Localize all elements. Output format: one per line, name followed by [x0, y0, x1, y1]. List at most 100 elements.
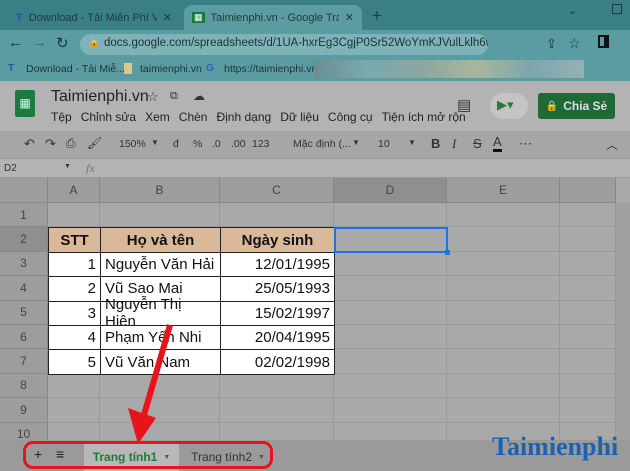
- forward-icon[interactable]: →: [32, 34, 47, 51]
- row-header[interactable]: 6: [0, 325, 48, 350]
- row-header[interactable]: 4: [0, 276, 48, 301]
- column-header[interactable]: D: [334, 178, 447, 203]
- text-color-button[interactable]: A: [493, 134, 502, 152]
- column-header[interactable]: B: [100, 178, 220, 203]
- column-header[interactable]: A: [48, 178, 100, 203]
- row-header[interactable]: 7: [0, 349, 48, 374]
- table-cell[interactable]: Nguyễn Văn Hải: [100, 251, 221, 278]
- close-icon[interactable]: ✕: [163, 11, 172, 24]
- chevron-down-icon[interactable]: ⌄: [568, 4, 577, 17]
- chevron-down-icon[interactable]: ▼: [64, 163, 71, 170]
- meet-button[interactable]: ▶▾: [490, 93, 528, 119]
- cell[interactable]: [334, 276, 447, 301]
- close-icon[interactable]: ✕: [345, 11, 354, 24]
- menu-view[interactable]: Xem: [145, 110, 170, 124]
- decrease-decimal-button[interactable]: .0: [212, 138, 221, 150]
- star-icon[interactable]: ☆: [568, 35, 581, 52]
- table-header-cell[interactable]: Họ và tên: [100, 227, 221, 253]
- maximize-icon[interactable]: [612, 4, 622, 14]
- cell[interactable]: [447, 300, 560, 325]
- cell[interactable]: [100, 203, 220, 228]
- cell[interactable]: [560, 227, 616, 252]
- table-header-cell[interactable]: STT: [48, 227, 101, 253]
- italic-button[interactable]: I: [452, 136, 456, 152]
- cell[interactable]: [560, 325, 616, 350]
- cell[interactable]: [560, 203, 616, 228]
- cell[interactable]: [48, 203, 100, 228]
- cell[interactable]: [447, 349, 560, 374]
- cell[interactable]: [334, 398, 447, 423]
- menu-file[interactable]: Tệp: [51, 110, 72, 124]
- doc-title[interactable]: Taimienphi.vn: [51, 88, 149, 106]
- cell[interactable]: [447, 251, 560, 277]
- cell[interactable]: [560, 349, 616, 374]
- table-cell[interactable]: 1: [48, 251, 101, 278]
- corner-cell[interactable]: [0, 178, 48, 203]
- zoom-select[interactable]: 150%: [119, 138, 146, 150]
- cell[interactable]: [447, 227, 560, 252]
- menu-extensions[interactable]: Tiện ích mở rộn: [382, 110, 466, 124]
- new-tab-button[interactable]: +: [372, 6, 382, 26]
- fill-handle[interactable]: [445, 249, 450, 255]
- back-icon[interactable]: ←: [8, 34, 23, 51]
- cell[interactable]: [334, 251, 447, 277]
- column-header[interactable]: E: [447, 178, 560, 203]
- cell[interactable]: [447, 325, 560, 350]
- browser-tab-sheets[interactable]: ▦ Taimienphi.vn - Google Trang tính ✕: [184, 5, 362, 30]
- undo-icon[interactable]: ↶: [24, 136, 35, 152]
- vertical-scrollbar[interactable]: [616, 203, 630, 440]
- more-button[interactable]: ⋯: [519, 136, 532, 152]
- table-cell[interactable]: 5: [48, 349, 101, 375]
- browser-tab-download[interactable]: T Download - Tải Miễn Phí VN - Ph ✕: [8, 5, 180, 30]
- bookmark-https[interactable]: https://taimienphi.vn: [224, 63, 317, 75]
- table-cell[interactable]: 20/04/1995: [220, 325, 335, 351]
- formula-input[interactable]: [108, 161, 628, 176]
- cell[interactable]: [48, 373, 100, 399]
- menu-tools[interactable]: Công cụ: [328, 110, 373, 124]
- cell[interactable]: [560, 373, 616, 399]
- share-button[interactable]: 🔒 Chia Sẻ: [538, 93, 615, 119]
- currency-button[interactable]: đ: [173, 138, 179, 150]
- cell[interactable]: [560, 251, 616, 277]
- cell[interactable]: [560, 398, 616, 423]
- row-header[interactable]: 9: [0, 398, 48, 423]
- font-size-select[interactable]: 10: [378, 138, 390, 150]
- cloud-icon[interactable]: ☁: [193, 89, 205, 103]
- bold-button[interactable]: B: [431, 136, 440, 151]
- table-cell[interactable]: 12/01/1995: [220, 251, 335, 278]
- more-formats-button[interactable]: 123: [252, 138, 270, 150]
- share-page-icon[interactable]: ⇪: [546, 36, 557, 52]
- row-header[interactable]: 5: [0, 300, 48, 325]
- cell[interactable]: [447, 203, 560, 228]
- name-box[interactable]: D2: [4, 163, 17, 174]
- sidebar-icon[interactable]: [598, 35, 609, 48]
- row-header[interactable]: 2: [0, 227, 48, 252]
- cell[interactable]: [334, 203, 447, 228]
- menu-insert[interactable]: Chèn: [179, 110, 208, 124]
- cell[interactable]: [334, 373, 447, 399]
- cell[interactable]: [334, 300, 447, 325]
- redo-icon[interactable]: ↷: [45, 136, 56, 152]
- cell[interactable]: [220, 373, 334, 399]
- bookmark-download[interactable]: Download - Tải Miễ...: [26, 63, 125, 75]
- percent-button[interactable]: %: [193, 138, 202, 150]
- url-input[interactable]: 🔒 docs.google.com/spreadsheets/d/1UA-hxr…: [80, 34, 488, 55]
- cell[interactable]: [447, 276, 560, 301]
- table-cell[interactable]: 15/02/1997: [220, 300, 335, 326]
- comments-icon[interactable]: ▤: [457, 96, 471, 114]
- bookmark-taimienphi[interactable]: taimienphi.vn: [140, 63, 202, 75]
- cell[interactable]: [560, 300, 616, 325]
- selected-cell-d2[interactable]: [334, 227, 448, 253]
- column-header[interactable]: C: [220, 178, 334, 203]
- star-icon[interactable]: ☆: [147, 89, 159, 105]
- move-folder-icon[interactable]: ⧉: [170, 90, 178, 103]
- menu-format[interactable]: Định dạng: [216, 110, 271, 124]
- cell[interactable]: [220, 203, 334, 228]
- table-cell[interactable]: 4: [48, 325, 101, 351]
- reload-icon[interactable]: ↻: [56, 34, 69, 52]
- collapse-icon[interactable]: ︿: [606, 136, 618, 153]
- table-cell[interactable]: 25/05/1993: [220, 276, 335, 302]
- increase-decimal-button[interactable]: .00: [231, 138, 246, 150]
- row-header[interactable]: 1: [0, 203, 48, 228]
- cell[interactable]: [334, 325, 447, 350]
